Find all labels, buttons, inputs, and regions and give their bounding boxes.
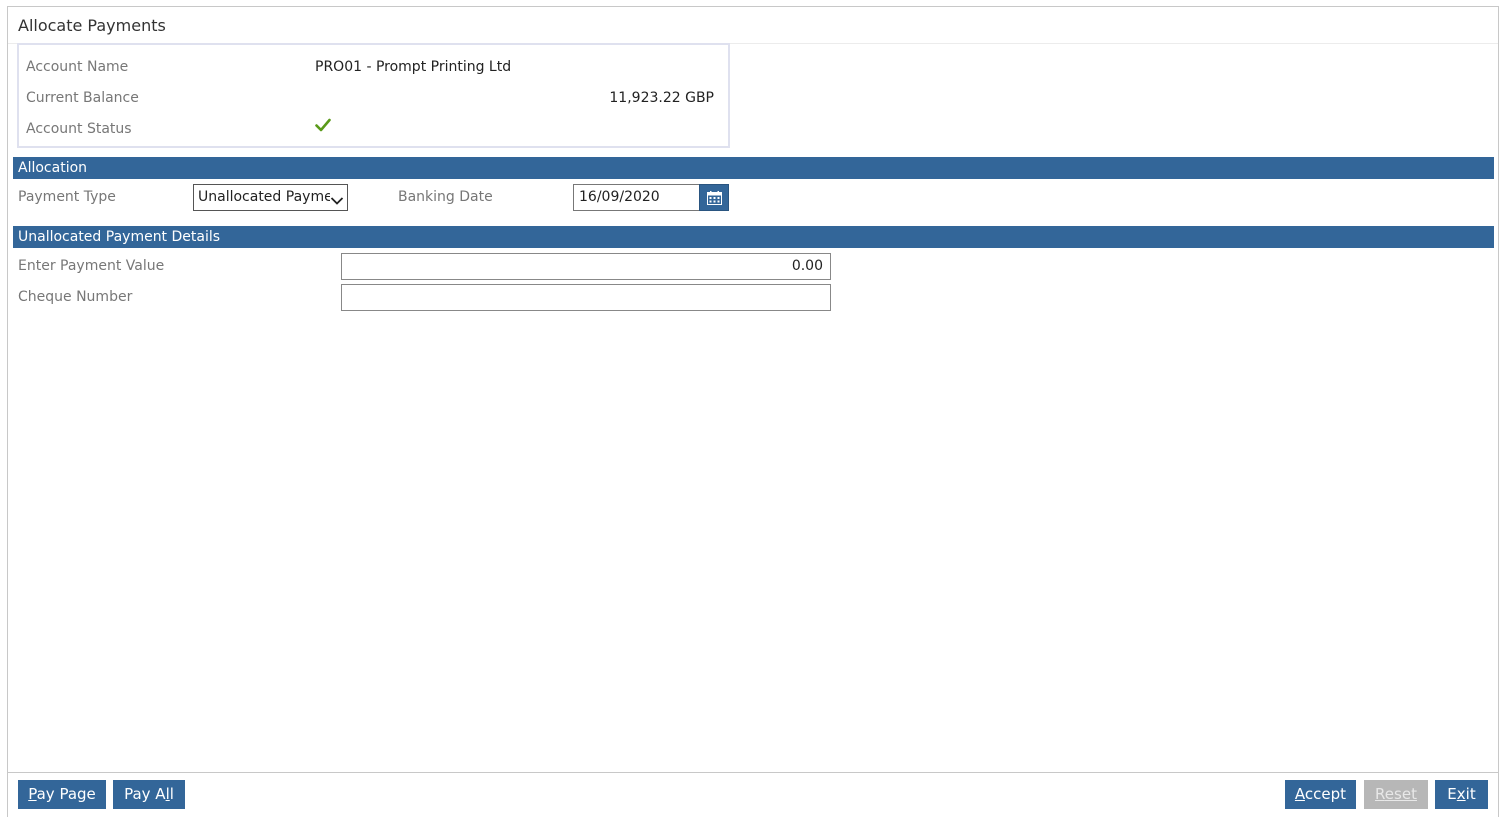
footer-toolbar: Pay Page Pay All Accept Reset Exit (8, 772, 1498, 817)
pay-page-accel: P (28, 785, 37, 803)
account-status-label: Account Status (26, 121, 132, 137)
account-summary-panel: Account Name PRO01 - Prompt Printing Ltd… (17, 43, 730, 148)
accept-label: ccept (1304, 785, 1347, 803)
cheque-number-input[interactable] (341, 284, 831, 311)
window-title: Allocate Payments (18, 16, 166, 35)
allocate-payments-window: Allocate Payments Account Name PRO01 - P… (7, 6, 1499, 817)
calendar-icon (707, 191, 722, 205)
exit-label-end: it (1465, 785, 1476, 803)
account-name-label: Account Name (26, 59, 129, 75)
title-bar: Allocate Payments (8, 7, 1498, 44)
exit-accel: x (1456, 785, 1466, 803)
payment-type-label: Payment Type (18, 189, 116, 205)
banking-date-label: Banking Date (398, 189, 493, 205)
cheque-number-label: Cheque Number (18, 289, 133, 305)
pay-page-label: ay Page (36, 785, 96, 803)
allocation-section-header: Allocation (13, 157, 1494, 179)
reset-label: eset (1384, 785, 1417, 803)
payment-value-label: Enter Payment Value (18, 258, 165, 274)
pay-all-label-start: Pay A (124, 785, 166, 803)
reset-accel: R (1375, 785, 1385, 803)
accept-accel: A (1294, 785, 1305, 803)
payment-details-section-header: Unallocated Payment Details (13, 226, 1494, 248)
pay-all-label-end: l (169, 785, 174, 803)
payment-value-input[interactable]: 0.00 (341, 253, 831, 280)
chevron-down-icon (330, 191, 344, 205)
calendar-button[interactable] (699, 184, 729, 211)
current-balance-label: Current Balance (26, 90, 139, 106)
account-name-value: PRO01 - Prompt Printing Ltd (315, 59, 512, 75)
payment-type-select[interactable]: Unallocated Payme (193, 184, 348, 211)
payment-type-value: Unallocated Payme (198, 189, 333, 205)
pay-page-button[interactable]: Pay Page (18, 780, 106, 809)
pay-all-button[interactable]: Pay All (113, 780, 185, 809)
banking-date-input[interactable]: 16/09/2020 (573, 184, 700, 211)
reset-button[interactable]: Reset (1364, 780, 1428, 809)
exit-button[interactable]: Exit (1435, 780, 1488, 809)
check-icon (315, 117, 331, 133)
exit-label-start: E (1447, 785, 1457, 803)
accept-button[interactable]: Accept (1285, 780, 1356, 809)
current-balance-value: 11,923.22 GBP (609, 90, 714, 106)
